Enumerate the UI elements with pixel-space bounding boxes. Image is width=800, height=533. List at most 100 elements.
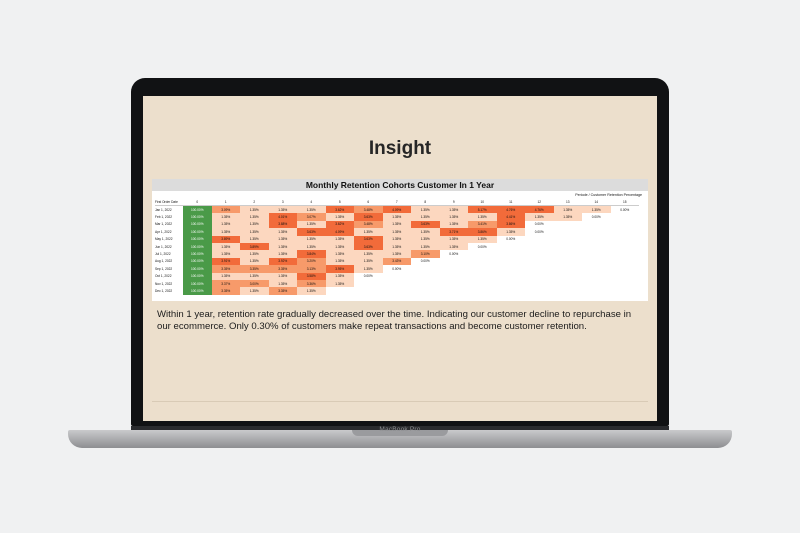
retention-cell: 1.35%: [268, 279, 297, 288]
retention-cell: 1.35%: [354, 257, 383, 266]
retention-cell: 3.35%: [240, 265, 269, 273]
retention-cell: 100.00%: [183, 272, 212, 280]
retention-cell: 1.35%: [268, 205, 297, 214]
retention-cell: [354, 287, 383, 294]
retention-cell: 1.35%: [297, 205, 326, 214]
retention-cell: [525, 265, 554, 272]
retention-cell: [611, 258, 640, 265]
retention-cell: [525, 236, 554, 243]
retention-cell: 1.35%: [211, 228, 240, 236]
retention-cell: 1.35%: [297, 220, 326, 229]
retention-cell: [582, 287, 611, 294]
retention-cell: 3.63%: [354, 235, 383, 243]
table-body: Jan 1, 2022 100.00% 3.09% 1.35% 1.35% 1.35% 3.…: [155, 205, 640, 295]
retention-cell: 0.00%: [392, 266, 402, 271]
retention-cell: 1.35%: [297, 235, 326, 243]
retention-cell: [611, 243, 640, 250]
retention-cell: 3.62%: [325, 220, 354, 229]
retention-cell: [554, 265, 583, 272]
retention-cell: 100.00%: [183, 235, 212, 243]
retention-cell: 3.62%: [325, 205, 354, 214]
retention-cell: 1.35%: [354, 265, 383, 273]
retention-cell: [411, 273, 440, 280]
retention-cell: [354, 280, 383, 287]
retention-cell: 3.58%: [297, 272, 326, 280]
cohort-label: Jan 1, 2022: [155, 207, 172, 212]
retention-cell: [582, 250, 611, 257]
cohort-label: Mar 1, 2022: [155, 222, 173, 227]
retention-cell: 1.35%: [240, 250, 269, 258]
retention-cell: [497, 250, 526, 257]
retention-cell: [554, 236, 583, 243]
retention-cell: 1.35%: [382, 242, 411, 251]
retention-cell: [611, 265, 640, 272]
retention-cell: 3.63%: [354, 213, 383, 221]
retention-cell: [582, 243, 611, 250]
cohort-label: Feb 1, 2022: [155, 215, 173, 220]
retention-cell: 3.13%: [297, 265, 326, 273]
retention-cell: 3.35%: [268, 287, 297, 295]
retention-cell: [582, 221, 611, 228]
retention-cell: [525, 273, 554, 280]
retention-cell: 3.48%: [354, 220, 383, 229]
table-row: Jun 1, 2022 100.00% 1.35% 3.89% 1.35% 1.35% 1.…: [155, 242, 640, 251]
retention-cell: 3.84%: [297, 250, 326, 258]
retention-cell: 1.35%: [211, 242, 240, 251]
retention-cell: 1.35%: [325, 213, 354, 221]
cohort-label: Sep 1, 2022: [155, 266, 173, 271]
cohort-label: Jul 1, 2022: [155, 252, 171, 257]
retention-cell: 1.35%: [468, 213, 497, 221]
retention-cell: 1.35%: [411, 228, 440, 236]
retention-cell: [611, 221, 640, 228]
retention-cell: 1.35%: [268, 242, 297, 251]
retention-cell: [582, 236, 611, 243]
retention-cell: 3.10%: [411, 250, 440, 258]
retention-cell: [468, 250, 497, 257]
retention-cell: [497, 243, 526, 250]
retention-cell: 1.35%: [240, 213, 269, 221]
retention-cell: [611, 273, 640, 280]
retention-cell: 4.76%: [525, 205, 554, 214]
retention-cell: 1.35%: [211, 272, 240, 280]
table-row: Oct 1, 2022 100.00% 1.35% 1.35% 1.35% 3.58% 1.…: [155, 272, 640, 280]
retention-cell: 100.00%: [183, 265, 212, 273]
retention-cell: 1.35%: [553, 213, 582, 221]
retention-cell: 3.48%: [354, 205, 383, 214]
retention-cell: 3.20%: [297, 257, 326, 266]
cohort-label: Aug 1, 2022: [155, 259, 173, 264]
table-row: Aug 1, 2022 100.00% 3.91% 1.35% 3.92% 3.20% 1.…: [155, 257, 640, 266]
retention-cell: 3.86%: [468, 228, 497, 236]
retention-cell: 1.35%: [354, 228, 383, 236]
retention-cell: 100.00%: [183, 250, 212, 258]
retention-cell: 1.35%: [268, 272, 297, 280]
presentation-slide: Insight Monthly Retention Cohorts Custom…: [143, 96, 657, 421]
retention-cell: 3.00%: [240, 279, 269, 288]
retention-cell: [611, 213, 640, 220]
retention-cell: [554, 250, 583, 257]
retention-cell: [383, 273, 412, 280]
retention-cell: 1.35%: [411, 205, 440, 214]
slide-title: Insight: [368, 138, 432, 159]
retention-cell: 1.35%: [468, 235, 497, 243]
retention-cell: 1.35%: [354, 250, 383, 258]
retention-cell: [497, 280, 526, 287]
retention-cell: [554, 243, 583, 250]
retention-cell: [525, 287, 554, 294]
retention-cell: [440, 287, 469, 294]
retention-cell: [582, 273, 611, 280]
retention-cell: 1.35%: [268, 235, 297, 243]
retention-cell: [411, 287, 440, 294]
retention-cell: 1.35%: [211, 250, 240, 258]
retention-cell: 3.86%: [496, 220, 525, 229]
retention-cell: [554, 258, 583, 265]
retention-cell: 1.35%: [325, 279, 354, 288]
cohort-label: Oct 1, 2022: [155, 274, 172, 279]
retention-cell: 1.35%: [382, 250, 411, 258]
retention-cell: 3.63%: [354, 242, 383, 251]
retention-cell: 3.92%: [268, 257, 297, 266]
retention-cell: [440, 258, 469, 265]
retention-cell: [383, 280, 412, 287]
retention-cell: 1.35%: [297, 287, 326, 295]
retention-cell: [411, 280, 440, 287]
retention-cell: 0.00%: [449, 252, 459, 257]
